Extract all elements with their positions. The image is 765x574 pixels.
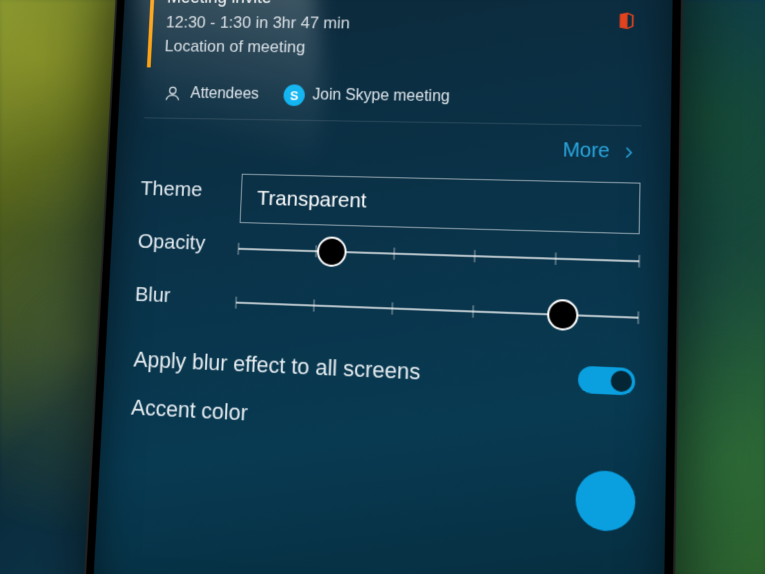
accent-color-swatch[interactable]	[575, 470, 636, 534]
chevron-right-icon	[620, 144, 637, 161]
attendees-label: Attendees	[190, 86, 259, 104]
blur-row: Blur	[134, 277, 639, 341]
slider-thumb[interactable]	[316, 237, 347, 268]
join-skype-button[interactable]: S Join Skype meeting	[283, 85, 450, 109]
phone-frame: Meeting invite 12:30 - 1:30 in 3hr 47 mi…	[82, 0, 684, 574]
opacity-slider[interactable]	[237, 227, 639, 284]
event-time: 12:30 - 1:30 in 3hr 47 min	[165, 11, 637, 37]
person-icon	[162, 83, 184, 104]
slider-thumb[interactable]	[547, 299, 579, 331]
join-skype-label: Join Skype meeting	[312, 87, 450, 107]
calendar-event-card[interactable]: Meeting invite 12:30 - 1:30 in 3hr 47 mi…	[147, 0, 644, 73]
office-icon	[616, 11, 637, 31]
theme-dropdown[interactable]: Transparent	[240, 174, 641, 235]
event-title: Meeting invite	[167, 0, 638, 11]
theme-value: Transparent	[257, 187, 368, 213]
event-location: Location of meeting	[164, 35, 637, 63]
skype-icon: S	[283, 85, 305, 107]
more-label: More	[562, 140, 610, 164]
blur-slider[interactable]	[235, 281, 639, 341]
apply-blur-toggle[interactable]	[578, 366, 636, 396]
apply-blur-label: Apply blur effect to all screens	[133, 347, 421, 386]
theme-label: Theme	[140, 172, 232, 204]
opacity-row: Opacity	[137, 224, 640, 284]
theme-row: Theme Transparent	[139, 172, 641, 235]
attendees-button[interactable]: Attendees	[162, 83, 259, 106]
phone-screen: Meeting invite 12:30 - 1:30 in 3hr 47 mi…	[92, 0, 673, 574]
blur-label: Blur	[134, 277, 227, 310]
accent-color-label: Accent color	[130, 395, 248, 427]
event-actions: Attendees S Join Skype meeting	[144, 73, 642, 126]
opacity-label: Opacity	[137, 224, 230, 256]
